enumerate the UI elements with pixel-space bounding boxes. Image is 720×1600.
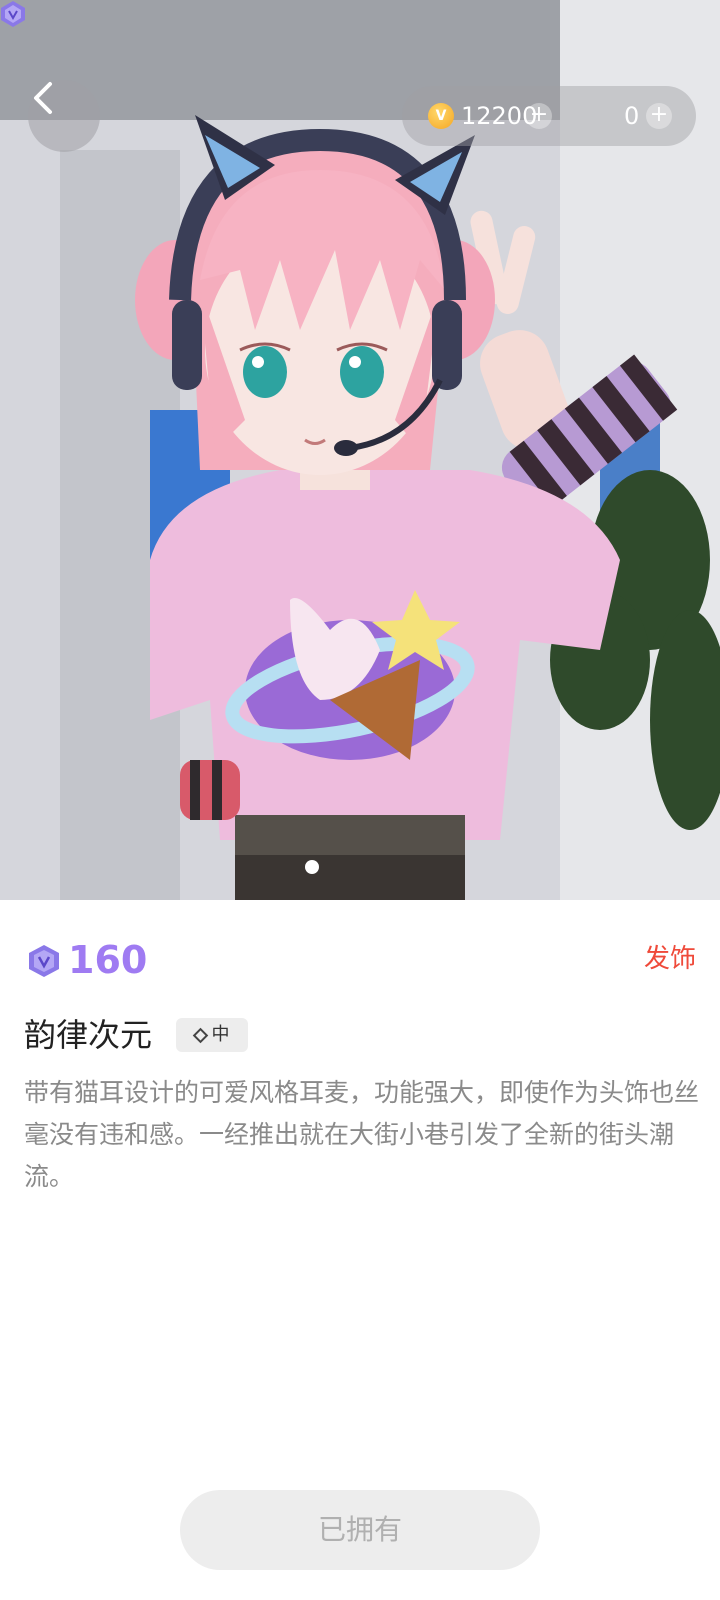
diamond-outline-icon — [192, 1027, 208, 1043]
add-gems-button[interactable]: + — [646, 103, 672, 129]
back-button[interactable] — [28, 80, 100, 152]
coin-icon: V — [428, 103, 454, 129]
carousel-page-indicator — [305, 860, 319, 874]
avatar-preview[interactable]: V 12200 + 0 + — [0, 0, 720, 900]
chevron-left-icon — [34, 82, 52, 114]
item-description: 带有猫耳设计的可爱风格耳麦，功能强大，即使作为头饰也丝毫没有违和感。一经推出就在… — [24, 1078, 700, 1191]
item-name: 韵律次元 — [24, 1016, 153, 1054]
gem-icon — [1, 1, 25, 27]
rarity-badge: 中 — [176, 1018, 248, 1052]
rarity-label: 中 — [211, 1024, 230, 1045]
item-price: 160 — [68, 938, 148, 982]
item-detail-screen: V 12200 + 0 + 160 发饰 韵律次元 中 带有猫耳设计的可爱风格耳… — [0, 0, 720, 1600]
gem-balance: 0 — [624, 102, 640, 130]
owned-button[interactable]: 已拥有 — [180, 1490, 540, 1570]
item-category: 发饰 — [643, 944, 696, 974]
price-gem-icon — [29, 945, 59, 977]
add-coins-button[interactable]: + — [526, 103, 552, 129]
